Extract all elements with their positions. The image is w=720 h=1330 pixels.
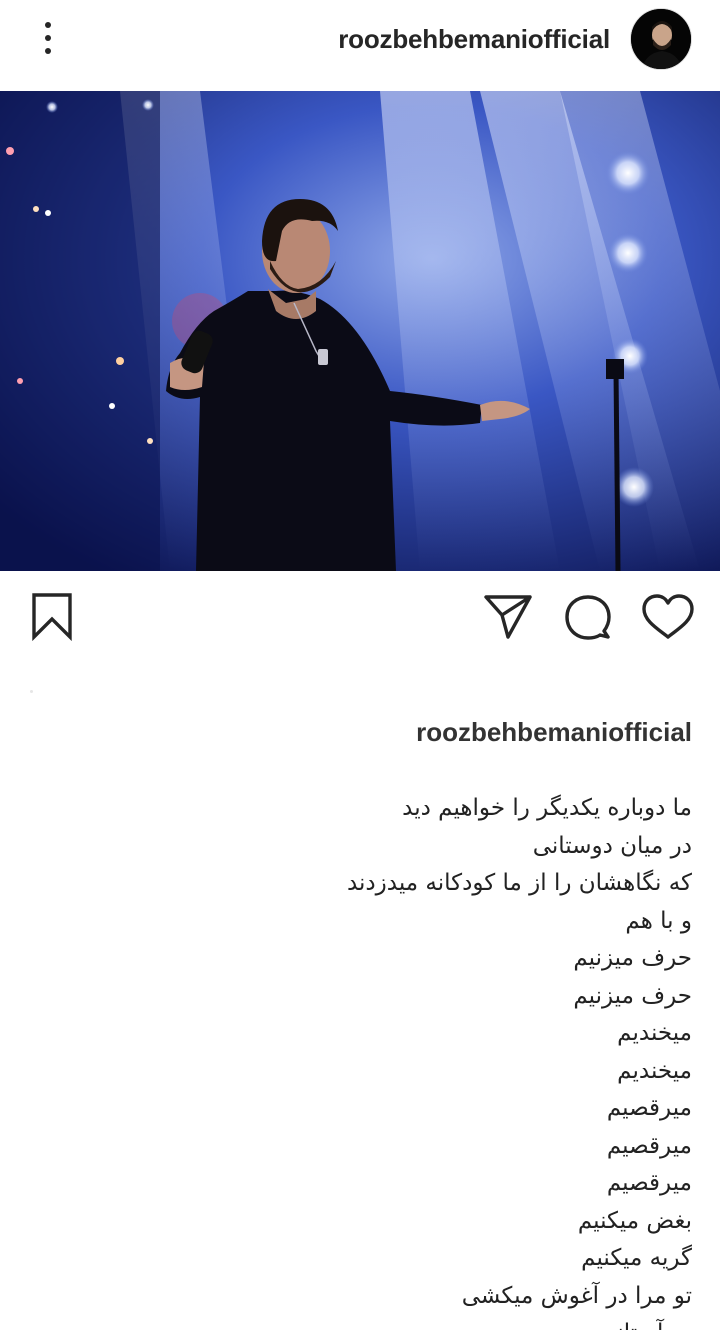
comment-icon[interactable] [562, 593, 614, 641]
post-header: roozbehbemaniofficial [0, 0, 720, 90]
caption-line: و با هم [625, 907, 692, 934]
avatar[interactable] [630, 8, 692, 70]
concert-photo [0, 91, 720, 571]
post-caption: ما دوباره یکدیگر را خواهیم دید در میان د… [32, 790, 692, 1330]
caption-line: میرقصیم [606, 1095, 692, 1121]
caption-line: حرف میزنیم [573, 982, 692, 1009]
caption-line: بغض میکنیم [577, 1207, 692, 1234]
caption-line: میرقصیم [606, 1170, 692, 1196]
caption-line: ما دوباره یکدیگر را خواهیم دید [402, 795, 692, 821]
caption-line: تو مرا در آغوش میکشی [461, 1282, 692, 1309]
caption-line: در آستانه‌ی در [32, 1315, 692, 1330]
header-username[interactable]: roozbehbemaniofficial [338, 24, 610, 55]
caption-line: در میان دوستانی [532, 832, 692, 859]
bookmark-icon[interactable] [28, 591, 76, 641]
post-actions-bar [0, 571, 720, 671]
caption-line: میخندیم [617, 1057, 692, 1084]
caption-username[interactable]: roozbehbemaniofficial [416, 717, 692, 748]
more-options-icon[interactable] [28, 18, 68, 62]
caption-line: گریه میکنیم [581, 1245, 692, 1271]
post-photo[interactable] [0, 91, 720, 571]
divider-dot [30, 690, 33, 693]
heart-icon[interactable] [640, 593, 696, 641]
caption-line: که نگاهشان را از ما کودکانه میدزدند [346, 870, 692, 896]
caption-line: میرقصیم [606, 1132, 692, 1159]
caption-line: حرف میزنیم [573, 945, 692, 971]
caption-line: میخندیم [617, 1020, 692, 1046]
send-icon[interactable] [482, 593, 534, 641]
